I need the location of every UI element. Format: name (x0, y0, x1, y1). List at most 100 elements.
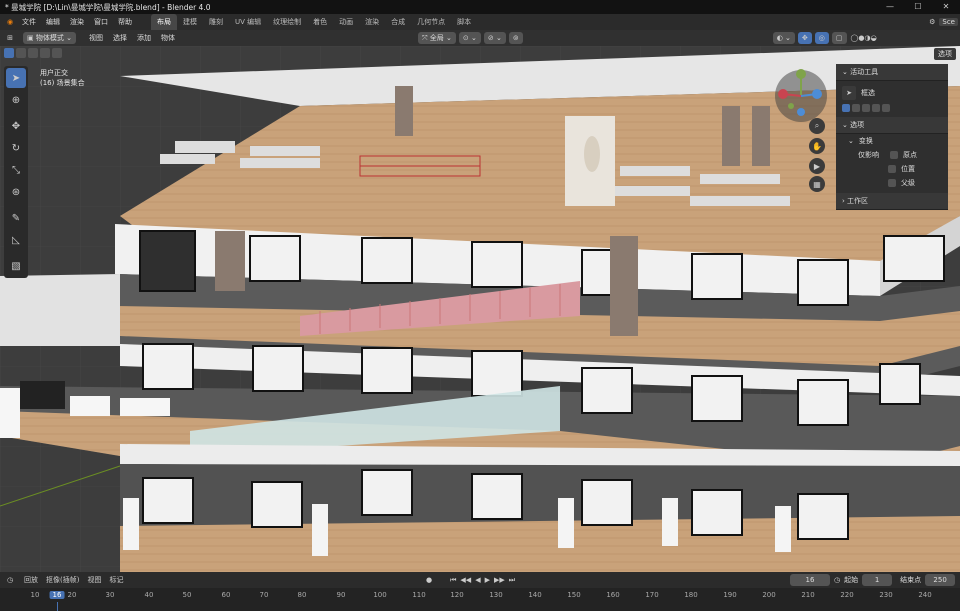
annotate-tool[interactable]: ✎ (6, 208, 26, 228)
timeline-view-menu[interactable]: 视图 (83, 575, 105, 585)
scene-selector[interactable]: Sce (939, 18, 958, 26)
measure-tool[interactable]: ◺ (6, 230, 26, 250)
tab-shading[interactable]: 着色 (307, 14, 333, 30)
ortho-toggle-button[interactable]: ▦ (809, 176, 825, 192)
scene-icon[interactable]: ⚙ (929, 18, 935, 26)
play-icon[interactable]: ▶ (485, 576, 490, 584)
tab-uv-editing[interactable]: UV 编辑 (229, 14, 267, 30)
tick-160: 160 (606, 591, 620, 599)
jump-start-icon[interactable]: ⏮ (450, 576, 456, 585)
mode-subtract-icon[interactable] (862, 104, 870, 112)
maximize-button[interactable]: ☐ (904, 0, 932, 14)
menu-window[interactable]: 窗口 (89, 14, 113, 30)
play-reverse-icon[interactable]: ◀ (475, 576, 480, 584)
menu-render[interactable]: 渲染 (65, 14, 89, 30)
playback-menu[interactable]: 回放 (20, 575, 42, 585)
editor-type-icon[interactable]: ⊞ (0, 34, 20, 42)
mode-new-icon[interactable] (842, 104, 850, 112)
prev-key-icon[interactable]: ◀◀ (460, 576, 471, 584)
mode-intersect-icon[interactable] (882, 104, 890, 112)
timeline-editor-icon[interactable]: ◷ (0, 576, 20, 584)
cursor-tool[interactable]: ⊕ (6, 90, 26, 110)
pencil-icon: ✎ (11, 212, 21, 224)
shading-rendered-icon[interactable]: ◒ (871, 34, 877, 42)
tab-texture-paint[interactable]: 纹理绘制 (267, 14, 307, 30)
select-extend-icon[interactable] (16, 48, 26, 58)
orientation-dropdown[interactable]: ⤧ 全局 ⌄ (417, 32, 456, 44)
proportional-edit-button[interactable]: ⊚ (508, 32, 523, 44)
parents-checkbox[interactable] (888, 179, 896, 187)
camera-icon: ▶ (813, 161, 821, 171)
pan-button[interactable]: ✋ (809, 138, 825, 154)
select-subtract-icon[interactable] (28, 48, 38, 58)
menu-file[interactable]: 文件 (17, 14, 41, 30)
navigation-gizmo[interactable] (771, 66, 831, 126)
origins-checkbox[interactable] (890, 151, 898, 159)
mode-invert-icon[interactable] (872, 104, 880, 112)
next-key-icon[interactable]: ▶▶ (494, 576, 505, 584)
select-invert-icon[interactable] (40, 48, 50, 58)
menu-edit[interactable]: 编辑 (41, 14, 65, 30)
tab-animation[interactable]: 动画 (333, 14, 359, 30)
tick-220: 220 (840, 591, 854, 599)
menu-add[interactable]: 添加 (132, 33, 156, 43)
select-box-tool[interactable]: ➤ (6, 68, 26, 88)
menu-select[interactable]: 选择 (108, 33, 132, 43)
zoom-button[interactable]: ⌕ (809, 118, 825, 134)
options-button[interactable]: 选项 (934, 48, 956, 60)
end-frame-field[interactable]: 250 (925, 574, 956, 586)
select-intersect-icon[interactable] (52, 48, 62, 58)
mode-extend-icon[interactable] (852, 104, 860, 112)
active-tool-section[interactable]: ⌄ 活动工具 (836, 64, 948, 81)
window-controls: — ☐ ✕ (876, 0, 960, 14)
workspace-section[interactable]: › 工作区 (836, 193, 948, 210)
xray-toggle[interactable]: ▢ (831, 32, 847, 44)
camera-button[interactable]: ▶ (809, 158, 825, 174)
select-new-icon[interactable] (4, 48, 14, 58)
tick-50: 50 (182, 591, 192, 599)
overlay-dropdown[interactable]: ◐ ⌄ (772, 32, 795, 44)
locations-checkbox[interactable] (888, 165, 896, 173)
mode-dropdown[interactable]: ▣ 物体模式 ⌄ (23, 32, 76, 44)
blender-logo-icon[interactable]: ◉ (3, 18, 17, 26)
marker-menu[interactable]: 标记 (105, 575, 127, 585)
menu-view[interactable]: 视图 (84, 33, 108, 43)
gizmo-toggle[interactable]: ✥ (797, 32, 812, 44)
minimize-button[interactable]: — (876, 0, 904, 14)
workspace-tabs: 布局 建模 雕刻 UV 编辑 纹理绘制 着色 动画 渲染 合成 几何节点 脚本 (151, 14, 477, 30)
jump-end-icon[interactable]: ⏭ (509, 576, 515, 585)
tab-compositing[interactable]: 合成 (385, 14, 411, 30)
move-tool[interactable]: ✥ (6, 116, 26, 136)
menu-help[interactable]: 帮助 (113, 14, 137, 30)
clock-icon[interactable]: ◷ (834, 576, 840, 584)
tool-name-row[interactable]: ➤ 框选 (836, 81, 948, 102)
keying-menu[interactable]: 抠像(插帧) (42, 575, 83, 585)
shading-wire-icon[interactable]: ◯ (851, 34, 859, 42)
tab-geometry-nodes[interactable]: 几何节点 (411, 14, 451, 30)
snap-dropdown[interactable]: ⊘ ⌄ (483, 32, 506, 44)
record-icon[interactable]: ● (426, 576, 432, 584)
3d-viewport[interactable]: 用户正交 (16) 场景集合 选项 ⌕ ✋ ▶ ▦ (0, 46, 960, 572)
view-name: 用户正交 (40, 69, 68, 77)
tab-modeling[interactable]: 建模 (177, 14, 203, 30)
tick-180: 180 (684, 591, 698, 599)
transform-tool[interactable]: ⊛ (6, 182, 26, 202)
options-section[interactable]: ⌄ 选项 (836, 117, 948, 134)
tab-sculpting[interactable]: 雕刻 (203, 14, 229, 30)
add-cube-tool[interactable]: ▧ (6, 256, 26, 276)
menu-object[interactable]: 物体 (156, 33, 180, 43)
tab-scripting[interactable]: 脚本 (451, 14, 477, 30)
overlays-toggle[interactable]: ◎ (814, 32, 829, 44)
scale-tool[interactable]: ⤡ (6, 160, 26, 180)
current-frame-field[interactable]: 16 (790, 574, 830, 586)
tab-rendering[interactable]: 渲染 (359, 14, 385, 30)
tab-layout[interactable]: 布局 (151, 14, 177, 30)
playhead-line (57, 602, 58, 611)
start-frame-field[interactable]: 1 (862, 574, 893, 586)
transform-subsection[interactable]: ⌄ 变换 (836, 134, 948, 148)
close-button[interactable]: ✕ (932, 0, 960, 14)
playhead-frame[interactable]: 16 (49, 591, 65, 599)
rotate-tool[interactable]: ↻ (6, 138, 26, 158)
pivot-dropdown[interactable]: ⊙ ⌄ (458, 32, 481, 44)
timeline-ruler[interactable]: 10 16 20 30 40 50 60 70 80 90 100 110 12… (0, 588, 960, 611)
